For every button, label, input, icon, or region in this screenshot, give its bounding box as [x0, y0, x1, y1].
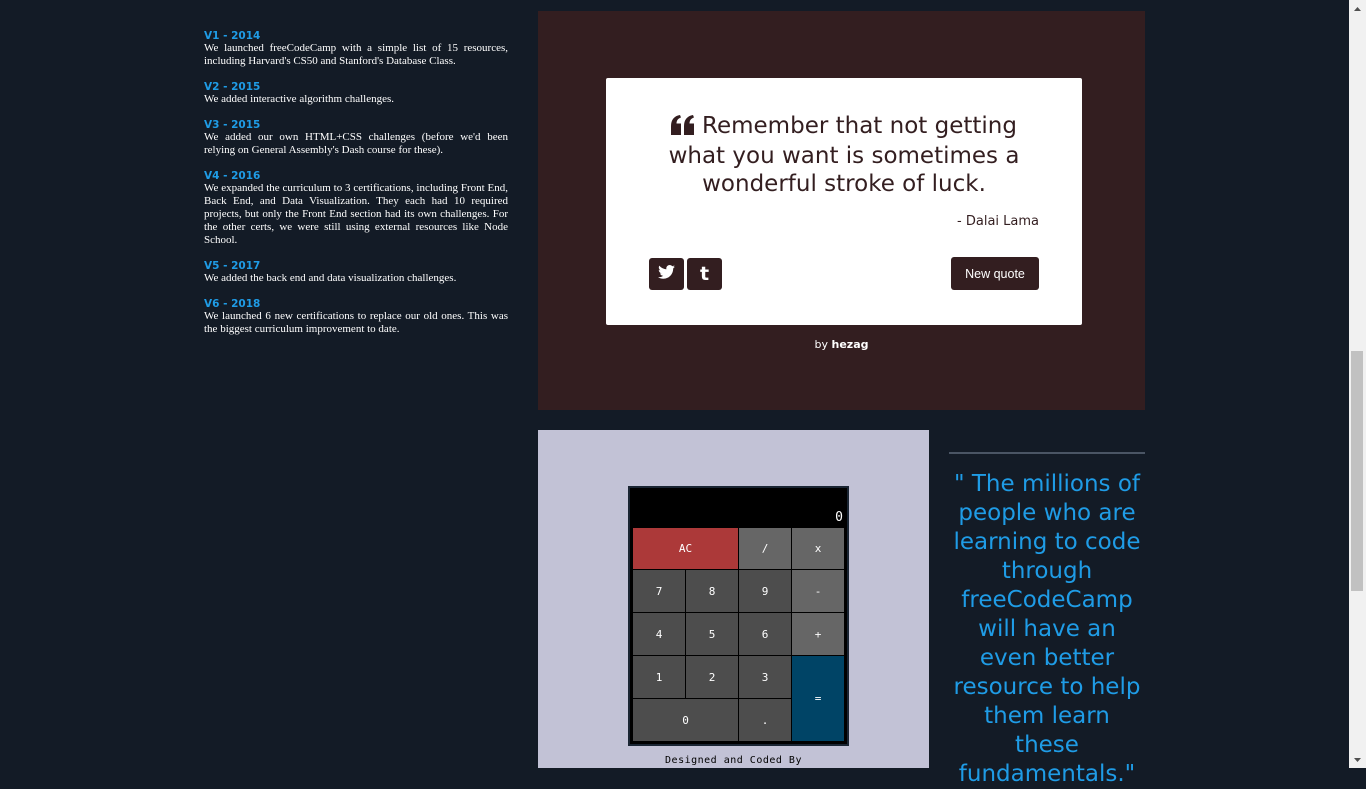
divider [949, 452, 1145, 454]
quote-box: Remember that not getting what you want … [606, 78, 1082, 325]
four-button[interactable]: 4 [632, 612, 686, 656]
tumblr-icon: t [699, 263, 710, 285]
clear-button[interactable]: AC [632, 527, 739, 570]
timeline-item: V2 - 2015 We added interactive algorithm… [204, 81, 508, 106]
five-button[interactable]: 5 [685, 612, 739, 656]
nine-button[interactable]: 9 [738, 569, 792, 613]
calculator-display: 0 [630, 488, 847, 527]
display-value: 0 [835, 510, 843, 525]
zero-button[interactable]: 0 [632, 698, 739, 742]
quote-text: Remember that not getting what you want … [656, 112, 1032, 198]
timeline-item-title: V1 - 2014 [204, 30, 261, 42]
timeline-item: V6 - 2018 We launched 6 new certificatio… [204, 298, 508, 336]
add-button[interactable]: + [791, 612, 845, 656]
one-button[interactable]: 1 [632, 655, 686, 699]
calculator-credit: Designed and Coded By [665, 755, 802, 766]
quote-left-icon [671, 114, 695, 142]
tumblr-quote-button[interactable]: t [687, 258, 722, 290]
tweet-quote-button[interactable] [649, 258, 684, 290]
timeline-item-title: V3 - 2015 [204, 119, 261, 131]
two-button[interactable]: 2 [685, 655, 739, 699]
scroll-up-arrow-icon[interactable] [1349, 0, 1366, 17]
timeline-item-title: V2 - 2015 [204, 81, 261, 93]
calculator: 0 AC / x 7 8 9 - 4 5 6 + 1 2 3 = 0 . [628, 486, 849, 746]
new-quote-button[interactable]: New quote [951, 257, 1039, 290]
author-credit-name: hezag [831, 338, 869, 351]
timeline-item: V3 - 2015 We added our own HTML+CSS chal… [204, 119, 508, 157]
author-credit: by hezag [538, 338, 1145, 351]
quote-body: Remember that not getting what you want … [668, 113, 1020, 197]
timeline: V1 - 2014 We launched freeCodeCamp with … [204, 30, 508, 349]
calculator-panel: 0 AC / x 7 8 9 - 4 5 6 + 1 2 3 = 0 . Des… [538, 430, 929, 768]
featured-quote: " The millions of people who are learnin… [953, 471, 1141, 787]
timeline-item: V4 - 2016 We expanded the curriculum to … [204, 170, 508, 247]
eight-button[interactable]: 8 [685, 569, 739, 613]
scrollbar-thumb[interactable] [1351, 351, 1363, 591]
equals-button[interactable]: = [791, 655, 845, 742]
twitter-icon [658, 264, 675, 284]
author-credit-prefix: by [814, 338, 832, 351]
timeline-item-text: We added interactive algorithm challenge… [204, 93, 395, 105]
timeline-item-text: We launched freeCodeCamp with a simple l… [204, 42, 508, 67]
vertical-scrollbar[interactable] [1349, 0, 1366, 768]
timeline-item: V1 - 2014 We launched freeCodeCamp with … [204, 30, 508, 68]
seven-button[interactable]: 7 [632, 569, 686, 613]
subtract-button[interactable]: - [791, 569, 845, 613]
divide-button[interactable]: / [738, 527, 792, 570]
timeline-item: V5 - 2017 We added the back end and data… [204, 260, 508, 285]
quote-machine-panel: Remember that not getting what you want … [538, 11, 1145, 410]
timeline-item-title: V5 - 2017 [204, 260, 261, 272]
timeline-item-title: V4 - 2016 [204, 170, 261, 182]
timeline-item-text: We expanded the curriculum to 3 certific… [204, 182, 508, 246]
timeline-item-text: We launched 6 new certifications to repl… [204, 310, 508, 335]
multiply-button[interactable]: x [791, 527, 845, 570]
three-button[interactable]: 3 [738, 655, 792, 699]
timeline-item-text: We added the back end and data visualiza… [204, 272, 457, 284]
scroll-down-arrow-icon[interactable] [1349, 751, 1366, 768]
timeline-item-title: V6 - 2018 [204, 298, 261, 310]
quote-author: - Dalai Lama [957, 214, 1039, 229]
six-button[interactable]: 6 [738, 612, 792, 656]
decimal-button[interactable]: . [738, 698, 792, 742]
timeline-item-text: We added our own HTML+CSS challenges (be… [204, 131, 508, 156]
